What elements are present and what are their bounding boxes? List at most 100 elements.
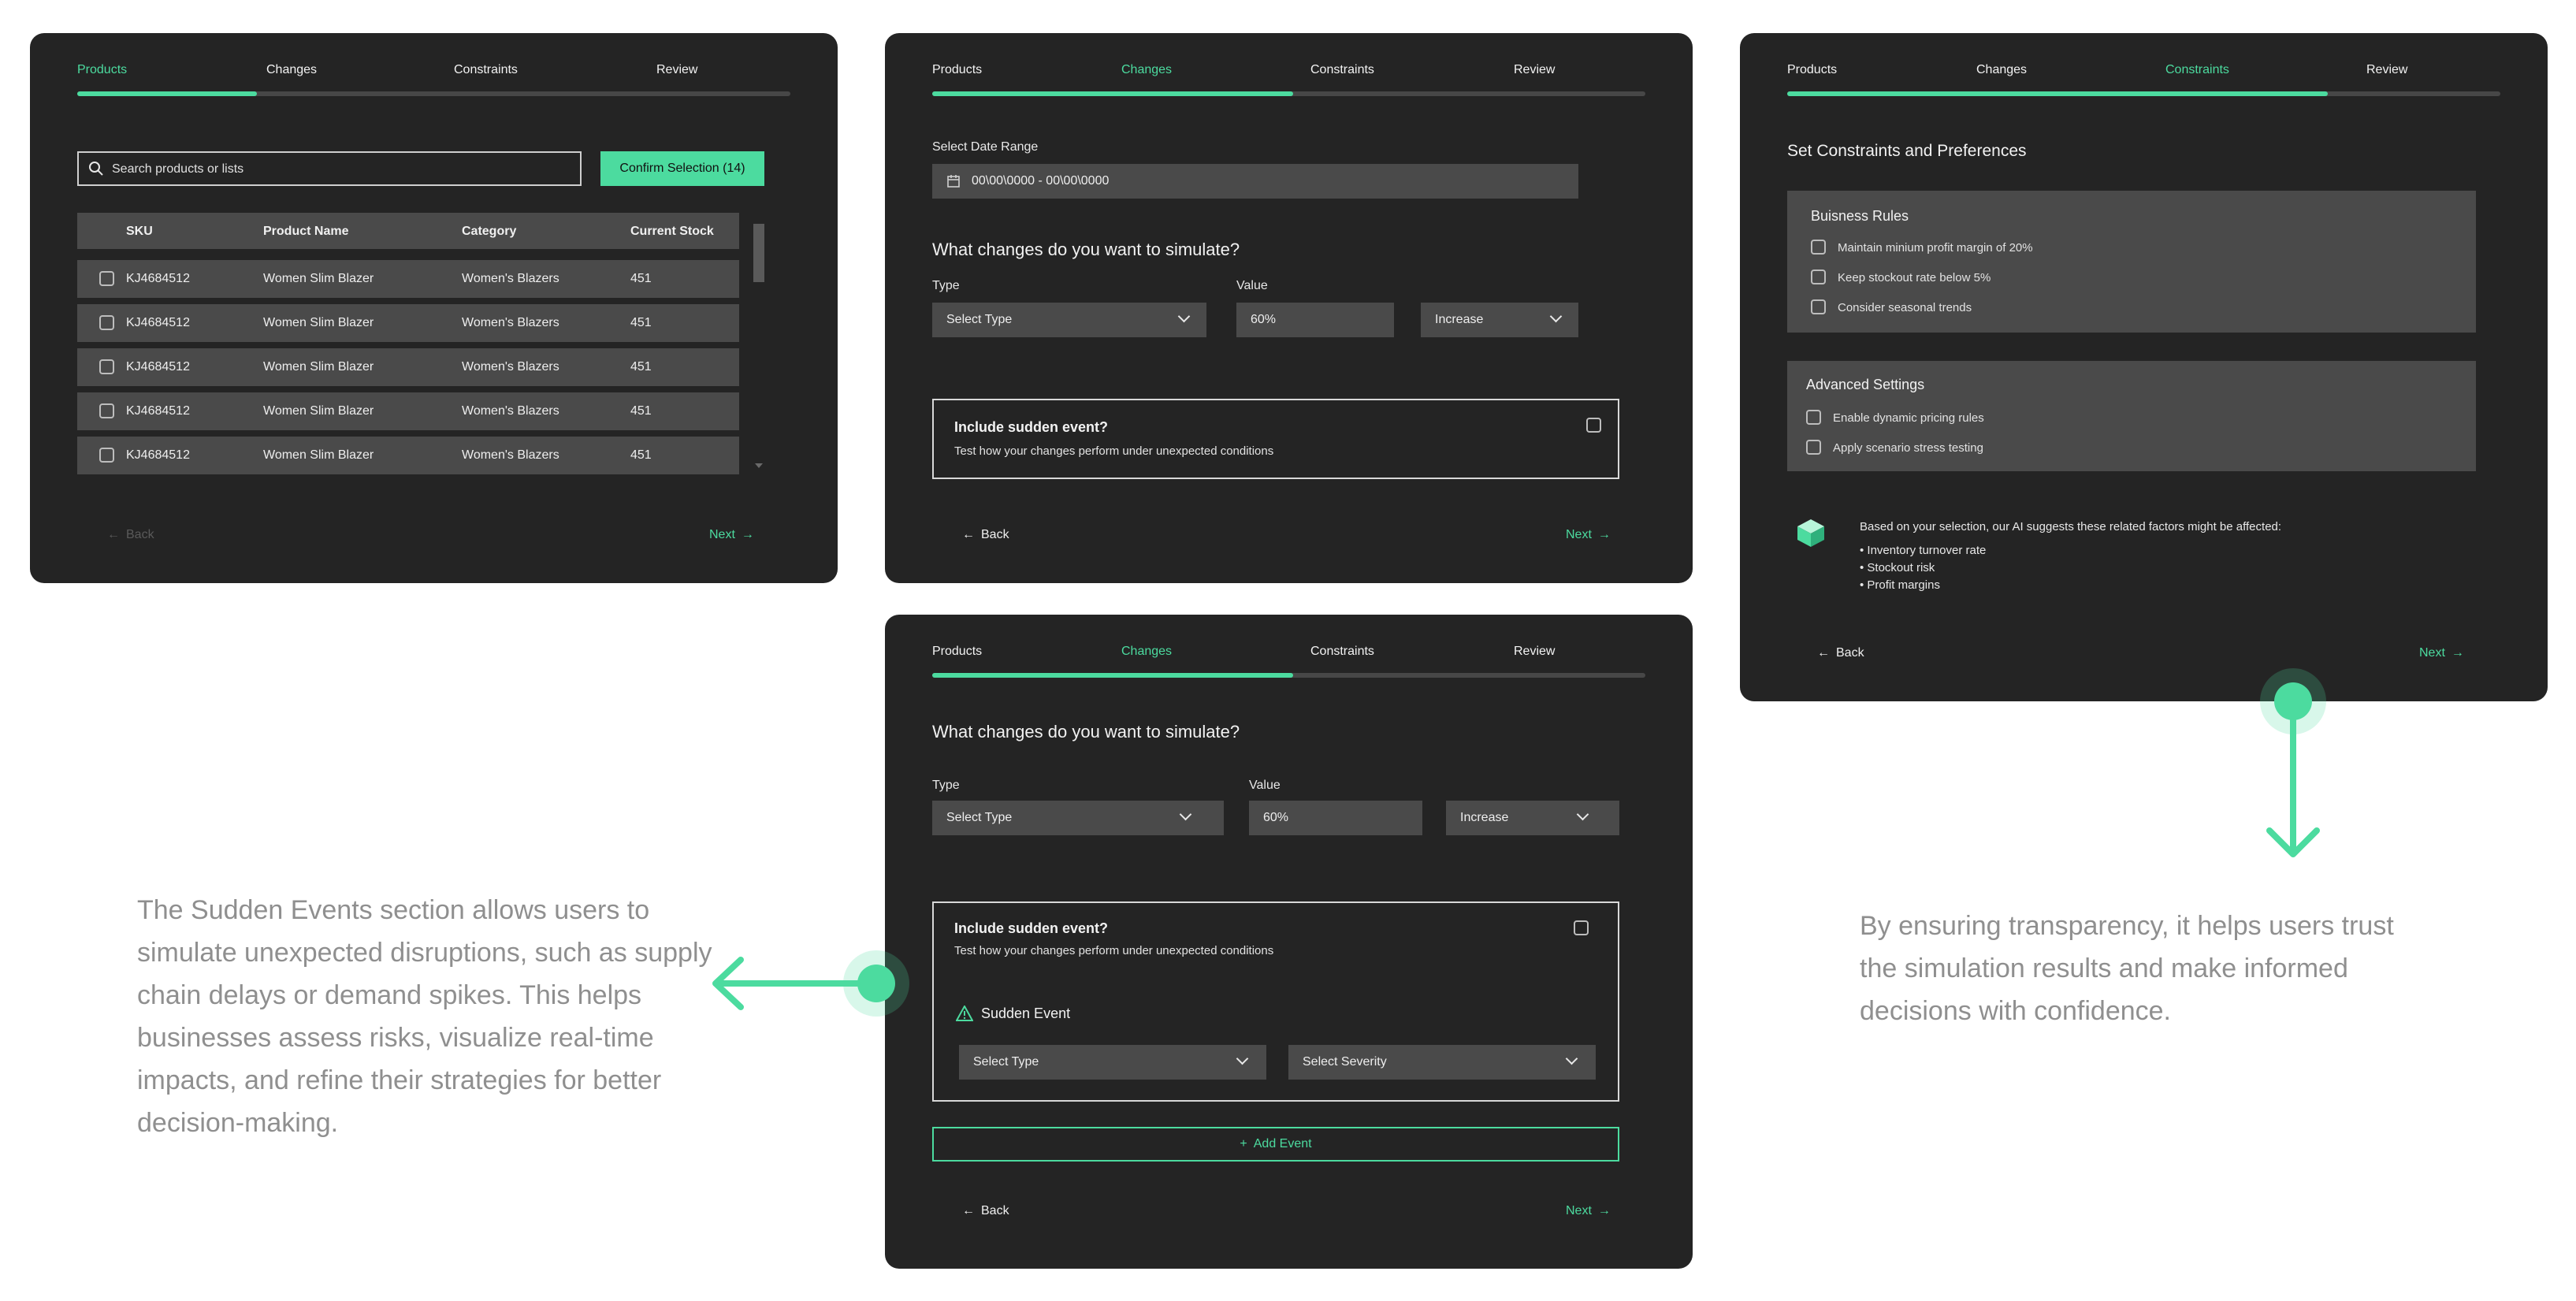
table-row[interactable]: KJ4684512 Women Slim Blazer Women's Blaz… — [77, 392, 739, 430]
step-review[interactable]: Review — [1514, 645, 1555, 659]
search-input[interactable]: Search products or lists — [77, 151, 582, 186]
next-button[interactable]: Next → — [2419, 646, 2464, 660]
direction-select[interactable]: Increase — [1421, 303, 1578, 337]
back-label: Back — [1836, 646, 1864, 660]
step-changes[interactable]: Changes — [1121, 645, 1172, 659]
scroll-down-icon[interactable] — [755, 463, 763, 468]
arrow-right-icon: → — [2451, 646, 2464, 660]
arrow-left-icon: ← — [1817, 646, 1830, 660]
step-constraints[interactable]: Constraints — [1310, 63, 1374, 77]
step-constraints[interactable]: Constraints — [2165, 63, 2229, 77]
next-button[interactable]: Next → — [1566, 1204, 1611, 1218]
setting-checkbox[interactable] — [1806, 410, 1821, 425]
step-products[interactable]: Products — [932, 63, 982, 77]
name-cell: Women Slim Blazer — [263, 272, 374, 285]
step-products[interactable]: Products — [1787, 63, 1837, 77]
ai-factor-label: Stockout risk — [1867, 561, 1935, 574]
transparency-note: By ensuring transparency, it helps users… — [1860, 905, 2394, 1032]
step-review[interactable]: Review — [1514, 63, 1555, 77]
name-cell: Women Slim Blazer — [263, 448, 374, 462]
progress-track — [932, 91, 1645, 96]
step-changes[interactable]: Changes — [1976, 63, 2027, 77]
rule-checkbox[interactable] — [1811, 240, 1826, 255]
row-checkbox[interactable] — [99, 359, 114, 374]
step-review[interactable]: Review — [656, 63, 697, 77]
table-row[interactable]: KJ4684512 Women Slim Blazer Women's Blaz… — [77, 304, 739, 342]
value-input[interactable]: 60% — [1249, 801, 1422, 835]
type-select[interactable]: Select Type — [932, 303, 1206, 337]
row-checkbox[interactable] — [99, 315, 114, 330]
row-checkbox[interactable] — [99, 448, 114, 463]
sku-cell: KJ4684512 — [126, 316, 190, 329]
ai-factors-list: • Inventory turnover rate • Stockout ris… — [1860, 542, 1986, 594]
include-sudden-event-checkbox[interactable] — [1574, 920, 1589, 935]
step-review[interactable]: Review — [2366, 63, 2407, 77]
table-row[interactable]: KJ4684512 Women Slim Blazer Women's Blaz… — [77, 437, 739, 474]
products-panel: Products Changes Constraints Review Sear… — [30, 33, 838, 583]
rule-checkbox[interactable] — [1811, 269, 1826, 284]
chevron-down-icon — [1179, 808, 1192, 821]
table-row[interactable]: KJ4684512 Women Slim Blazer Women's Blaz… — [77, 260, 739, 298]
step-products[interactable]: Products — [932, 645, 982, 659]
type-select[interactable]: Select Type — [932, 801, 1224, 835]
back-button[interactable]: ← Back — [962, 1204, 1009, 1218]
note-line: decisions with confidence. — [1860, 996, 2172, 1026]
next-button[interactable]: Next → — [709, 528, 754, 542]
ai-factor-item: • Profit margins — [1860, 578, 1940, 592]
next-label: Next — [2419, 646, 2445, 660]
table-row[interactable]: KJ4684512 Women Slim Blazer Women's Blaz… — [77, 348, 739, 386]
event-severity-select[interactable]: Select Severity — [1288, 1045, 1596, 1080]
step-changes[interactable]: Changes — [1121, 63, 1172, 77]
add-event-label: Add Event — [1253, 1137, 1312, 1150]
step-changes[interactable]: Changes — [266, 63, 317, 77]
category-cell: Women's Blazers — [462, 448, 559, 462]
arrow-right-icon: → — [1597, 528, 1611, 541]
table-header: SKU Product Name Category Current Stock — [77, 213, 739, 249]
sku-cell: KJ4684512 — [126, 404, 190, 418]
event-type-value: Select Type — [973, 1055, 1039, 1069]
sudden-event-title: Include sudden event? — [954, 419, 1109, 435]
stock-cell: 451 — [630, 448, 652, 462]
value-input[interactable]: 60% — [1236, 303, 1394, 337]
ai-cube-icon — [1797, 519, 1824, 547]
note-line: the simulation results and make informed — [1860, 953, 2348, 983]
step-products[interactable]: Products — [77, 63, 127, 77]
rule-label: Keep stockout rate below 5% — [1838, 271, 1991, 284]
next-button[interactable]: Next → — [1566, 528, 1611, 542]
setting-checkbox[interactable] — [1806, 440, 1821, 455]
scrollbar-thumb[interactable] — [753, 224, 764, 282]
note-line: chain delays or demand spikes. This help… — [137, 980, 642, 1010]
sudden-event-heading: Sudden Event — [981, 1005, 1071, 1021]
table-scrollbar[interactable] — [753, 213, 764, 474]
back-button[interactable]: ← Back — [1817, 646, 1864, 660]
row-checkbox[interactable] — [99, 403, 114, 418]
row-checkbox[interactable] — [99, 271, 114, 286]
setting-label: Enable dynamic pricing rules — [1833, 411, 1984, 425]
add-event-button[interactable]: + Add Event — [932, 1127, 1619, 1162]
step-constraints[interactable]: Constraints — [454, 63, 518, 77]
stepper: Products Changes Constraints Review — [77, 63, 790, 96]
value-input-value: 60% — [1263, 811, 1289, 824]
category-cell: Women's Blazers — [462, 404, 559, 418]
next-label: Next — [709, 528, 735, 541]
event-type-select[interactable]: Select Type — [959, 1045, 1266, 1080]
include-sudden-event-checkbox[interactable] — [1586, 418, 1601, 433]
ai-factor-item: • Inventory turnover rate — [1860, 544, 1987, 557]
step-constraints[interactable]: Constraints — [1310, 645, 1374, 659]
confirm-selection-button[interactable]: Confirm Selection (14) — [600, 151, 764, 186]
back-button[interactable]: ← Back — [962, 528, 1009, 542]
stepper: Products Changes Constraints Review — [1787, 63, 2500, 96]
arrow-left-icon: ← — [962, 528, 975, 541]
note-line: By ensuring transparency, it helps users… — [1860, 911, 2394, 941]
ai-factor-label: Inventory turnover rate — [1867, 544, 1987, 557]
rule-checkbox[interactable] — [1811, 299, 1826, 314]
arrow-right-icon: → — [741, 528, 754, 541]
direction-select[interactable]: Increase — [1446, 801, 1619, 835]
note-line: simulate unexpected disruptions, such as… — [137, 938, 712, 968]
back-button[interactable]: ← Back — [107, 528, 154, 542]
date-range-field[interactable]: 00\00\0000 - 00\00\0000 — [932, 164, 1578, 199]
arrow-left-icon: ← — [107, 528, 120, 541]
back-label: Back — [981, 1204, 1009, 1217]
name-cell: Women Slim Blazer — [263, 316, 374, 329]
note-line: impacts, and refine their strategies for… — [137, 1065, 662, 1095]
